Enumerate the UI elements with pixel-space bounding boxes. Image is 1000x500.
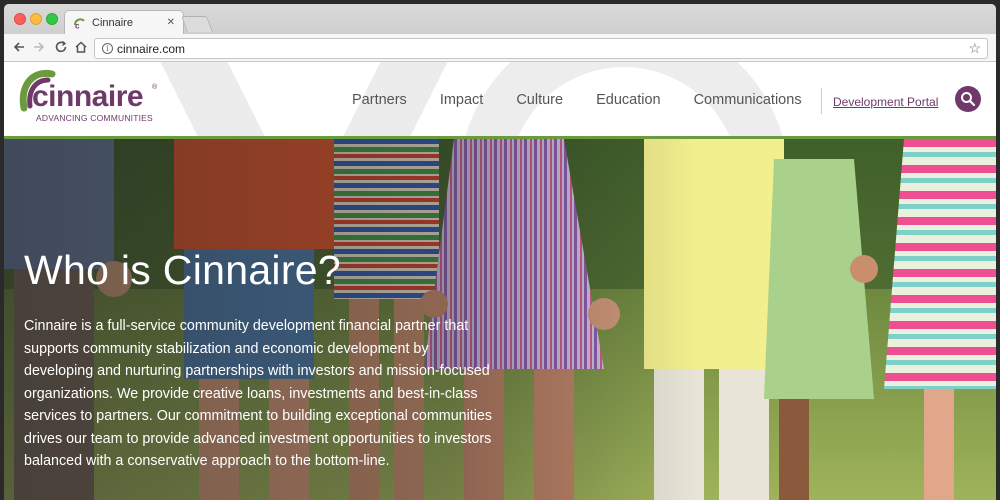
cinnaire-favicon-icon: c: [74, 17, 85, 29]
main-navigation: Partners Impact Culture Education Commun…: [352, 92, 835, 108]
tab-strip: c Cinnaire ✕: [4, 4, 996, 34]
window-close-button[interactable]: [14, 13, 26, 25]
info-icon[interactable]: i: [102, 43, 113, 54]
star-icon[interactable]: ☆: [968, 40, 981, 57]
hero-title: Who is Cinnaire?: [24, 247, 341, 293]
search-icon: [961, 92, 976, 107]
nav-link-communications[interactable]: Communications: [694, 92, 802, 108]
svg-text:c: c: [75, 21, 80, 29]
new-tab-button[interactable]: [181, 16, 213, 32]
development-portal-link[interactable]: Development Portal: [833, 95, 938, 109]
nav-link-partners[interactable]: Partners: [352, 92, 407, 108]
nav-link-education[interactable]: Education: [596, 92, 661, 108]
browser-tab[interactable]: c Cinnaire ✕: [64, 10, 184, 34]
hero-section: Who is Cinnaire? Cinnaire is a full-serv…: [4, 139, 996, 500]
address-bar[interactable]: i cinnaire.com ☆: [94, 38, 988, 59]
logo-tagline: ADVANCING COMMUNITIES: [36, 113, 153, 123]
nav-link-culture[interactable]: Culture: [516, 92, 563, 108]
url-text[interactable]: cinnaire.com: [117, 42, 185, 56]
nav-divider: [821, 88, 822, 114]
window-maximize-button[interactable]: [46, 13, 58, 25]
tab-title: Cinnaire: [92, 16, 133, 29]
tab-close-icon[interactable]: ✕: [167, 17, 175, 28]
home-icon[interactable]: [74, 40, 88, 57]
forward-arrow-icon[interactable]: [32, 40, 46, 57]
logo-registered-mark: ®: [152, 84, 158, 91]
nav-link-impact[interactable]: Impact: [440, 92, 484, 108]
window-minimize-button[interactable]: [30, 13, 42, 25]
search-button[interactable]: [955, 86, 981, 112]
reload-icon[interactable]: [54, 40, 68, 57]
browser-toolbar: i cinnaire.com ☆: [4, 34, 996, 62]
browser-window: c Cinnaire ✕ i cinnaire.com ☆ cinnaire ®…: [4, 4, 996, 500]
site-header: cinnaire ® ADVANCING COMMUNITIES Partner…: [4, 62, 996, 136]
cinnaire-logo[interactable]: cinnaire ® ADVANCING COMMUNITIES: [18, 66, 168, 126]
logo-wordmark: cinnaire: [32, 80, 144, 113]
back-arrow-icon[interactable]: [12, 40, 26, 57]
hero-description: Cinnaire is a full-service community dev…: [24, 318, 493, 469]
